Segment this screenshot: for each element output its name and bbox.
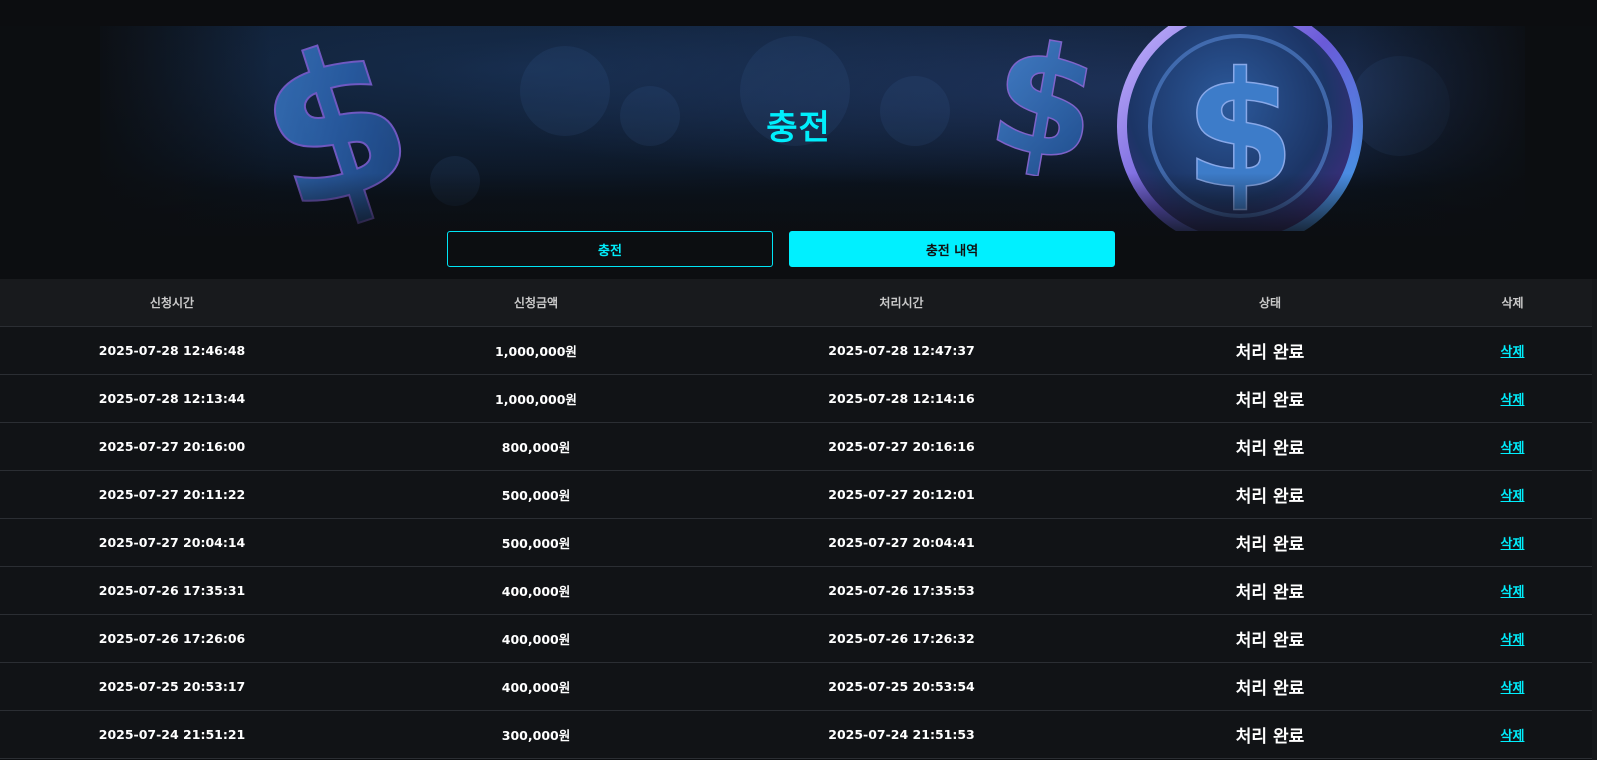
status-cell: 처리 완료 (1235, 679, 1305, 699)
delete-cell: 삭제 (1465, 389, 1560, 408)
history-table: 신청시간 신청금액 처리시간 상태 삭제 2025-07-28 12:46:48… (0, 279, 1592, 759)
header-delete: 삭제 (1501, 296, 1524, 310)
process-time-cell: 2025-07-27 20:16:16 (828, 439, 975, 454)
delete-cell: 삭제 (1465, 677, 1560, 696)
amount-cell: 500,000원 (501, 488, 571, 503)
process-time-cell: 2025-07-28 12:14:16 (828, 391, 975, 406)
table-header-row: 신청시간 신청금액 처리시간 상태 삭제 (0, 279, 1592, 327)
request-time-cell: 2025-07-26 17:35:31 (98, 583, 246, 598)
request-time-cell: 2025-07-27 20:04:14 (98, 535, 246, 550)
request-time-cell: 2025-07-27 20:16:00 (98, 439, 246, 454)
delete-cell: 삭제 (1465, 341, 1560, 360)
status-cell: 처리 완료 (1235, 487, 1305, 507)
header-request-time: 신청시간 (149, 296, 195, 310)
process-time-cell: 2025-07-26 17:35:53 (828, 583, 975, 598)
scrollbar[interactable] (1592, 279, 1597, 760)
process-time-cell: 2025-07-24 21:51:53 (828, 727, 975, 742)
amount-cell: 1,000,000원 (495, 344, 577, 359)
delete-cell: 삭제 (1465, 533, 1560, 552)
process-time-cell: 2025-07-28 12:47:37 (828, 343, 975, 358)
amount-cell: 400,000원 (501, 680, 571, 695)
amount-cell: 400,000원 (501, 632, 571, 647)
request-time-cell: 2025-07-25 20:53:17 (98, 679, 246, 694)
delete-link[interactable]: 삭제 (1501, 633, 1525, 648)
status-cell: 처리 완료 (1235, 727, 1305, 747)
amount-cell: 500,000원 (501, 536, 571, 551)
delete-cell: 삭제 (1465, 725, 1560, 744)
delete-link[interactable]: 삭제 (1501, 489, 1525, 504)
table-row: 2025-07-28 12:13:44 1,000,000원 2025-07-2… (0, 375, 1592, 423)
top-bar (0, 0, 1597, 26)
delete-link[interactable]: 삭제 (1501, 441, 1525, 456)
process-time-cell: 2025-07-27 20:12:01 (828, 487, 975, 502)
delete-link[interactable]: 삭제 (1501, 393, 1525, 408)
delete-cell: 삭제 (1465, 485, 1560, 504)
process-time-cell: 2025-07-25 20:53:54 (828, 679, 975, 694)
status-cell: 처리 완료 (1235, 343, 1305, 363)
request-time-cell: 2025-07-24 21:51:21 (98, 727, 246, 742)
process-time-cell: 2025-07-27 20:04:41 (828, 535, 975, 550)
delete-link[interactable]: 삭제 (1501, 537, 1525, 552)
delete-cell: 삭제 (1465, 629, 1560, 648)
delete-link[interactable]: 삭제 (1501, 345, 1525, 360)
delete-link[interactable]: 삭제 (1501, 729, 1525, 744)
header-status: 상태 (1258, 296, 1282, 310)
amount-cell: 400,000원 (501, 584, 571, 599)
amount-cell: 800,000원 (501, 440, 571, 455)
page-title: 충전 (766, 108, 831, 148)
tab-charge[interactable]: 충전 (447, 231, 773, 267)
amount-cell: 1,000,000원 (495, 392, 577, 407)
table-row: 2025-07-27 20:16:00 800,000원 2025-07-27 … (0, 423, 1592, 471)
request-time-cell: 2025-07-27 20:11:22 (98, 487, 246, 502)
request-time-cell: 2025-07-26 17:26:06 (98, 631, 246, 646)
request-time-cell: 2025-07-28 12:13:44 (98, 391, 246, 406)
table-row: 2025-07-27 20:11:22 500,000원 2025-07-27 … (0, 471, 1592, 519)
status-cell: 처리 완료 (1235, 535, 1305, 555)
table-row: 2025-07-26 17:35:31 400,000원 2025-07-26 … (0, 567, 1592, 615)
table-row: 2025-07-26 17:26:06 400,000원 2025-07-26 … (0, 615, 1592, 663)
tab-charge-history[interactable]: 충전 내역 (789, 231, 1115, 267)
request-time-cell: 2025-07-28 12:46:48 (98, 343, 246, 358)
table-row: 2025-07-28 12:46:48 1,000,000원 2025-07-2… (0, 327, 1592, 375)
status-cell: 처리 완료 (1235, 583, 1305, 603)
header-amount: 신청금액 (513, 296, 559, 310)
header-process-time: 처리시간 (879, 296, 924, 310)
table-row: 2025-07-27 20:04:14 500,000원 2025-07-27 … (0, 519, 1592, 567)
delete-link[interactable]: 삭제 (1501, 681, 1525, 696)
delete-cell: 삭제 (1465, 437, 1560, 456)
charge-page: $ $ (0, 0, 1597, 760)
delete-link[interactable]: 삭제 (1501, 585, 1525, 600)
table-row: 2025-07-24 21:51:21 300,000원 2025-07-24 … (0, 711, 1592, 759)
table-row: 2025-07-25 20:53:17 400,000원 2025-07-25 … (0, 663, 1592, 711)
status-cell: 처리 완료 (1235, 439, 1305, 459)
process-time-cell: 2025-07-26 17:26:32 (828, 631, 975, 646)
amount-cell: 300,000원 (501, 728, 571, 743)
status-cell: 처리 완료 (1235, 391, 1305, 411)
status-cell: 처리 완료 (1235, 631, 1305, 651)
delete-cell: 삭제 (1465, 581, 1560, 600)
